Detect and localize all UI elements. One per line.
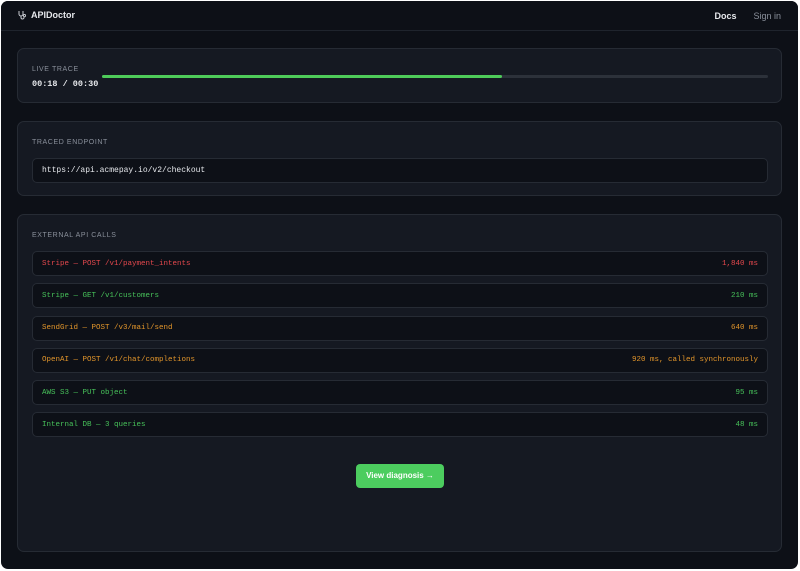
- api-calls-list: Stripe — POST /v1/payment_intents 1,840 …: [32, 251, 768, 445]
- api-call-row[interactable]: Internal DB — 3 queries 48 ms: [32, 412, 768, 438]
- external-api-calls-panel: EXTERNAL API CALLS Stripe — POST /v1/pay…: [17, 214, 782, 552]
- api-call-row[interactable]: OpenAI — POST /v1/chat/completions 920 m…: [32, 347, 768, 373]
- api-call-timing: 210 ms: [730, 291, 758, 300]
- nav-sign-in-link[interactable]: Sign in: [753, 11, 781, 21]
- api-call-timing: 48 ms: [735, 420, 758, 429]
- top-nav: Docs Sign in: [714, 11, 781, 21]
- api-call-timing: 920 ms, called synchronously: [631, 356, 758, 365]
- stethoscope-icon: [17, 10, 27, 20]
- api-call-name: OpenAI — POST /v1/chat/completions: [42, 356, 196, 365]
- brand[interactable]: APIDoctor: [17, 10, 75, 20]
- api-call-name: SendGrid — POST /v3/mail/send: [42, 324, 173, 333]
- api-call-name: Stripe — POST /v1/payment_intents: [42, 259, 191, 268]
- api-call-row[interactable]: AWS S3 — PUT object 95 ms: [32, 380, 768, 406]
- app-window: APIDoctor Docs Sign in LIVE TRACE 00:18 …: [1, 1, 798, 569]
- api-call-row[interactable]: Stripe — POST /v1/payment_intents 1,840 …: [32, 251, 768, 276]
- trace-progress-bar: [102, 75, 768, 78]
- top-bar: APIDoctor Docs Sign in: [1, 1, 798, 31]
- brand-name: APIDoctor: [31, 10, 76, 20]
- live-trace-label: LIVE TRACE: [32, 66, 79, 73]
- api-call-timing: 1,840 ms: [721, 259, 758, 268]
- trace-timer: 00:18 / 00:30: [32, 79, 99, 89]
- api-call-name: Stripe — GET /v1/customers: [42, 291, 160, 300]
- api-call-name: AWS S3 — PUT object: [42, 388, 128, 397]
- api-call-row[interactable]: SendGrid — POST /v3/mail/send 640 ms: [32, 315, 768, 341]
- view-diagnosis-button[interactable]: View diagnosis →: [356, 464, 444, 488]
- trace-progress-fill: [102, 75, 502, 78]
- api-call-row[interactable]: Stripe — GET /v1/customers 210 ms: [32, 283, 768, 309]
- api-call-timing: 640 ms: [730, 324, 758, 333]
- traced-endpoint-panel: TRACED ENDPOINT https://api.acmepay.io/v…: [17, 121, 782, 196]
- endpoint-url-field[interactable]: https://api.acmepay.io/v2/checkout: [32, 158, 768, 183]
- nav-docs-link[interactable]: Docs: [714, 11, 736, 21]
- api-call-name: Internal DB — 3 queries: [42, 420, 146, 429]
- api-call-timing: 95 ms: [735, 388, 758, 397]
- traced-endpoint-label: TRACED ENDPOINT: [32, 139, 108, 146]
- external-api-calls-label: EXTERNAL API CALLS: [32, 232, 117, 239]
- live-trace-panel: LIVE TRACE 00:18 / 00:30: [17, 48, 782, 103]
